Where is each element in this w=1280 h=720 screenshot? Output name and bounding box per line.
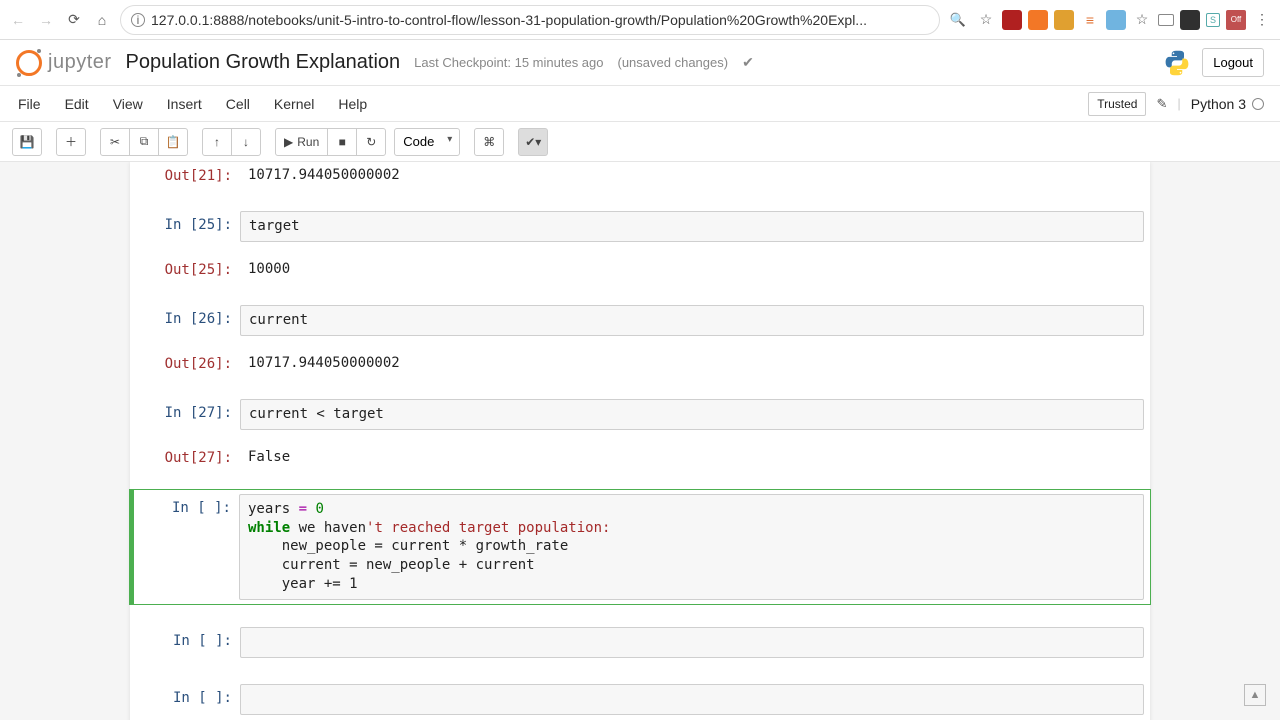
url-bar[interactable]: i 127.0.0.1:8888/notebooks/unit-5-intro-…: [120, 5, 940, 35]
overflow-icon[interactable]: ⋮: [1252, 10, 1272, 30]
pencil-icon[interactable]: ✎: [1156, 96, 1167, 112]
ext-ublock-icon[interactable]: [1002, 10, 1022, 30]
code-cell[interactable]: In [27]: current < target: [130, 395, 1150, 434]
checkpoint-text: Last Checkpoint: 15 minutes ago: [414, 55, 603, 70]
output-text: 10000: [240, 256, 1144, 279]
nbextension-button[interactable]: ✔▾: [518, 128, 548, 156]
output-text: 10717.944050000002: [240, 162, 1144, 185]
ext-blue-icon[interactable]: [1106, 10, 1126, 30]
jupyter-logo[interactable]: jupyter: [16, 50, 112, 76]
menu-edit[interactable]: Edit: [63, 92, 91, 116]
extension-icons: ☆ ≡ ☆ S Off ⋮: [976, 10, 1272, 30]
scroll-top-button[interactable]: ▲: [1244, 684, 1266, 706]
code-cell[interactable]: In [25]: target: [130, 207, 1150, 246]
save-button[interactable]: 💾: [12, 128, 42, 156]
bookmark-star-icon[interactable]: ☆: [1132, 10, 1152, 30]
jupyter-logo-text: jupyter: [48, 51, 112, 74]
url-text: 127.0.0.1:8888/notebooks/unit-5-intro-to…: [151, 12, 867, 28]
reload-icon[interactable]: ⟳: [64, 10, 84, 30]
menu-insert[interactable]: Insert: [165, 92, 204, 116]
menu-help[interactable]: Help: [336, 92, 369, 116]
back-icon[interactable]: ←: [8, 10, 28, 30]
out-prompt: Out[21]:: [130, 162, 240, 185]
output-row: Out[21]: 10717.944050000002: [130, 162, 1150, 189]
in-prompt: In [ ]:: [130, 684, 240, 715]
cast-icon[interactable]: [1158, 14, 1174, 26]
unsaved-text: (unsaved changes): [618, 55, 729, 70]
output-text: 10717.944050000002: [240, 350, 1144, 373]
menu-view[interactable]: View: [111, 92, 145, 116]
home-icon[interactable]: ⌂: [92, 10, 112, 30]
notebook-scroll[interactable]: Out[21]: 10717.944050000002 In [25]: targ…: [0, 162, 1280, 720]
browser-chrome: ← → ⟳ ⌂ i 127.0.0.1:8888/notebooks/unit-…: [0, 0, 1280, 40]
ext-off-icon[interactable]: Off: [1226, 10, 1246, 30]
in-prompt: In [26]:: [130, 305, 240, 336]
ext-dark-icon[interactable]: [1180, 10, 1200, 30]
in-prompt: In [ ]:: [134, 494, 239, 600]
python-logo-icon: [1162, 48, 1192, 78]
in-prompt: In [27]:: [130, 399, 240, 430]
notebook-header: jupyter Population Growth Explanation La…: [0, 40, 1280, 86]
logout-button[interactable]: Logout: [1202, 48, 1264, 77]
in-prompt: In [25]:: [130, 211, 240, 242]
in-prompt: In [ ]:: [130, 627, 240, 658]
menu-kernel[interactable]: Kernel: [272, 92, 316, 116]
code-cell[interactable]: In [26]: current: [130, 301, 1150, 340]
code-input[interactable]: [240, 684, 1144, 715]
ext-orange-icon[interactable]: [1028, 10, 1048, 30]
jupyter-logo-icon: [16, 50, 42, 76]
output-row: Out[27]: False: [130, 440, 1150, 471]
ext-s-icon[interactable]: S: [1206, 13, 1220, 27]
ext-lines-icon[interactable]: ≡: [1080, 10, 1100, 30]
command-palette-button[interactable]: ⌘: [474, 128, 504, 156]
code-cell[interactable]: In [ ]:: [130, 623, 1150, 662]
code-input[interactable]: current: [240, 305, 1144, 336]
kernel-indicator[interactable]: Python 3: [1191, 96, 1264, 112]
menu-cell[interactable]: Cell: [224, 92, 252, 116]
kernel-name: Python 3: [1191, 96, 1246, 112]
out-prompt: Out[25]:: [130, 256, 240, 279]
code-input[interactable]: current < target: [240, 399, 1144, 430]
notebook-title[interactable]: Population Growth Explanation: [126, 51, 401, 74]
toolbar: 💾 ＋ ✂ ⧉ 📋 ↑ ↓ ▶ Run ■ ↻ Code ⌘ ✔▾: [0, 122, 1280, 162]
move-up-button[interactable]: ↑: [202, 128, 232, 156]
add-cell-button[interactable]: ＋: [56, 128, 86, 156]
star-icon[interactable]: ☆: [976, 10, 996, 30]
menu-file[interactable]: File: [16, 92, 43, 116]
kernel-status-icon: [1252, 98, 1264, 110]
code-input[interactable]: target: [240, 211, 1144, 242]
code-cell[interactable]: In [ ]:: [130, 680, 1150, 719]
interrupt-button[interactable]: ■: [327, 128, 357, 156]
restart-button[interactable]: ↻: [356, 128, 386, 156]
paste-button[interactable]: 📋: [158, 128, 188, 156]
code-cell-selected[interactable]: In [ ]: years = 0 while we haven't reach…: [129, 489, 1151, 605]
menubar: File Edit View Insert Cell Kernel Help T…: [0, 86, 1280, 122]
code-input[interactable]: [240, 627, 1144, 658]
output-text: False: [240, 444, 1144, 467]
ext-yellow-icon[interactable]: [1054, 10, 1074, 30]
out-prompt: Out[27]:: [130, 444, 240, 467]
output-row: Out[25]: 10000: [130, 252, 1150, 283]
output-row: Out[26]: 10717.944050000002: [130, 346, 1150, 377]
move-down-button[interactable]: ↓: [231, 128, 261, 156]
notebook: Out[21]: 10717.944050000002 In [25]: targ…: [130, 162, 1150, 720]
code-input[interactable]: years = 0 while we haven't reached targe…: [239, 494, 1144, 600]
copy-button[interactable]: ⧉: [129, 128, 159, 156]
site-info-icon[interactable]: i: [131, 13, 145, 27]
cut-button[interactable]: ✂: [100, 128, 130, 156]
trusted-badge[interactable]: Trusted: [1088, 92, 1146, 116]
zoom-icon[interactable]: 🔍: [948, 10, 968, 30]
cell-type-select[interactable]: Code: [394, 128, 460, 156]
run-button[interactable]: ▶ Run: [275, 128, 328, 156]
forward-icon[interactable]: →: [36, 10, 56, 30]
check-icon: ✔: [742, 54, 754, 71]
out-prompt: Out[26]:: [130, 350, 240, 373]
